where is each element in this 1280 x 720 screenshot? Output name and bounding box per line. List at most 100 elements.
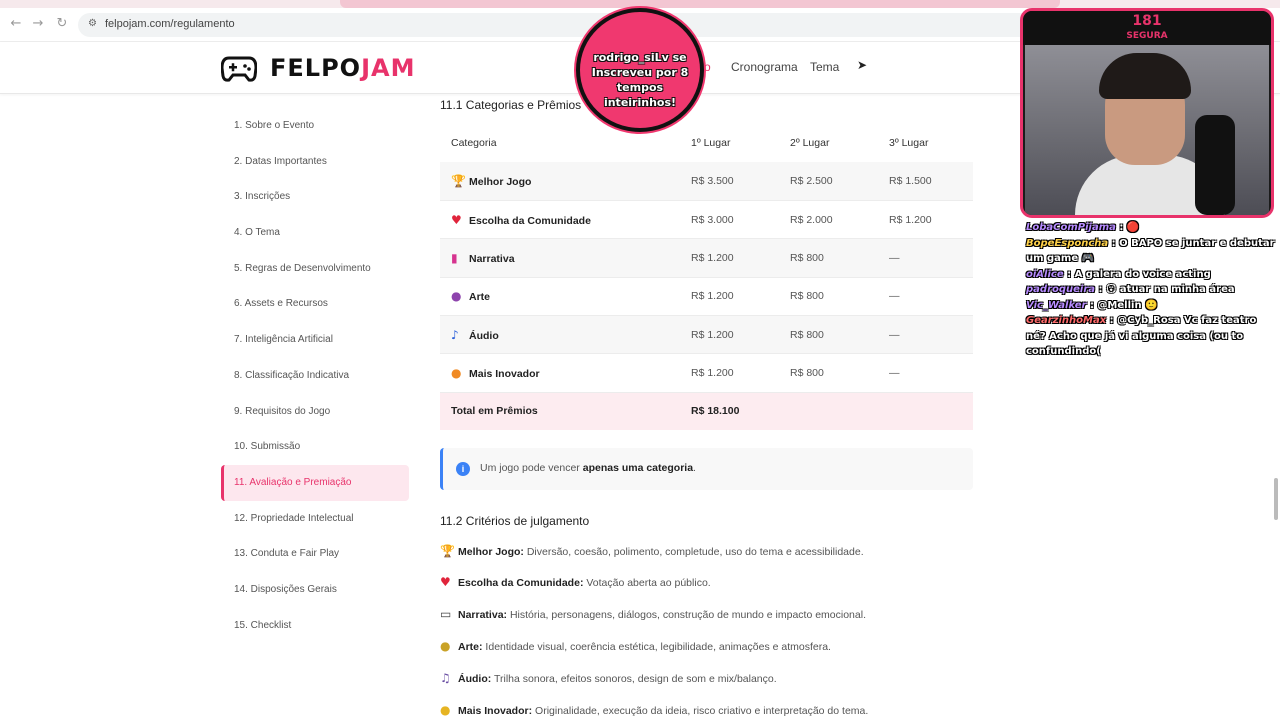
prize-third: —	[878, 238, 973, 278]
sidebar-item-sobre[interactable]: 1. Sobre o Evento	[221, 108, 409, 144]
criterion-text: Diversão, coesão, polimento, completude,…	[523, 546, 864, 558]
palette-icon: ●	[440, 639, 451, 653]
sidebar-item-regras[interactable]: 5. Regras de Desenvolvimento	[221, 251, 409, 287]
chat-user: oiAlice	[1026, 268, 1064, 280]
chat-message: Vic_Walker : @Mellin 🙂	[1026, 298, 1276, 314]
heart-icon: ♥	[440, 575, 451, 589]
total-row: Total em Prêmios R$ 18.100	[440, 392, 973, 431]
sidebar-item-propriedade[interactable]: 12. Propriedade Intelectual	[221, 501, 409, 537]
criterion-item: ● Arte: Identidade visual, coerência esté…	[440, 639, 831, 653]
total-value: R$ 18.100	[680, 392, 779, 431]
webcam-overlay: 181 SEGURA	[1020, 8, 1274, 218]
table-row: ▮ Narrativa R$ 1.200 R$ 800 —	[440, 238, 973, 278]
sidebar-item-conduta[interactable]: 13. Conduta e Fair Play	[221, 536, 409, 572]
criterion-text: Trilha sonora, efeitos sonoros, design d…	[491, 673, 777, 685]
trophy-icon: 🏆	[440, 544, 455, 558]
sidebar-item-submissao[interactable]: 10. Submissão	[221, 429, 409, 465]
chat-message: BopeEsponcha : O BAPO se juntar e debuta…	[1026, 236, 1276, 267]
sidebar-item-assets[interactable]: 6. Assets e Recursos	[221, 286, 409, 322]
prize-second: R$ 800	[779, 315, 878, 355]
sidebar-item-checklist[interactable]: 15. Checklist	[221, 608, 409, 644]
criterion-label: Escolha da Comunidade:	[458, 577, 584, 589]
prize-third: —	[878, 277, 973, 316]
nav-link-tema[interactable]: Tema	[810, 60, 839, 74]
criterion-item: 🏆 Melhor Jogo: Diversão, coesão, poliment…	[440, 544, 864, 558]
category-label: Mais Inovador	[469, 367, 540, 380]
reload-icon[interactable]: ↻	[54, 16, 70, 32]
sidebar-item-classificacao[interactable]: 8. Classificação Indicativa	[221, 358, 409, 394]
column-header-second: 2º Lugar	[790, 137, 830, 150]
criterion-text: Originalidade, execução da ideia, risco …	[532, 705, 869, 717]
arrow-left-icon[interactable]: ←	[8, 16, 24, 32]
address-bar[interactable]: ⚙ felpojam.com/regulamento	[78, 13, 1038, 37]
criterion-label: Mais Inovador:	[458, 705, 533, 717]
column-header-first: 1º Lugar	[691, 137, 731, 150]
counter-value: 181	[1132, 13, 1162, 29]
prize-first: R$ 1.200	[680, 238, 779, 278]
chat-text: : 🔴	[1115, 222, 1140, 233]
info-icon: i	[456, 462, 470, 476]
chat-overlay: LobaComPijama : 🔴 BopeEsponcha : O BAPO …	[1026, 220, 1276, 360]
nav-link-cronograma[interactable]: Cronograma	[731, 60, 798, 74]
table-row: ● Mais Inovador R$ 1.200 R$ 800 —	[440, 353, 973, 393]
criterion-item: ▭ Narrativa: História, personagens, diálo…	[440, 607, 866, 621]
sidebar-item-avaliacao[interactable]: 11. Avaliação e Premiação	[221, 464, 409, 501]
info-text-bold: apenas uma categoria	[582, 462, 694, 474]
criterion-text: Identidade visual, coerência estética, l…	[482, 641, 831, 653]
sidebar-item-ia[interactable]: 7. Inteligência Artificial	[221, 322, 409, 358]
category-cell: ● Mais Inovador	[440, 353, 680, 393]
prize-second: R$ 800	[779, 238, 878, 278]
sidebar-item-tema[interactable]: 4. O Tema	[221, 215, 409, 251]
chat-user: BopeEsponcha	[1026, 237, 1109, 249]
webcam-video	[1025, 45, 1269, 215]
prize-third: —	[878, 315, 973, 355]
prize-first: R$ 3.000	[680, 200, 779, 240]
chat-text: : A galera do voice acting	[1063, 268, 1211, 280]
chat-user: padroqueira	[1026, 284, 1096, 295]
chat-text: : 😮 atuar na minha área	[1095, 284, 1235, 295]
arrow-right-icon[interactable]: →	[30, 16, 46, 32]
logo-felpo: FELPO	[270, 54, 362, 82]
category-cell: ● Arte	[440, 277, 680, 316]
criterion-item: ♥ Escolha da Comunidade: Votação aberta a…	[440, 575, 711, 589]
page-scrollbar[interactable]	[1274, 478, 1278, 520]
counter-label: SEGURA	[1126, 31, 1168, 41]
info-text-before: Um jogo pode vencer	[480, 462, 583, 474]
nav-link-partial[interactable]: o	[704, 60, 711, 74]
site-info-icon[interactable]: ⚙	[88, 18, 100, 30]
section-title-categorias: 11.1 Categorias e Prêmios	[440, 98, 582, 112]
url-text[interactable]: felpojam.com/regulamento	[105, 18, 235, 30]
criterion-text: História, personagens, diálogos, constru…	[507, 609, 866, 621]
music-note-icon: ♪	[451, 327, 459, 342]
sidebar-item-disposicoes[interactable]: 14. Disposições Gerais	[221, 572, 409, 608]
sidebar-item-inscricoes[interactable]: 3. Inscrições	[221, 179, 409, 215]
criterion-item: ● Mais Inovador: Originalidade, execução …	[440, 703, 868, 717]
table-row: 🏆 Melhor Jogo R$ 3.500 R$ 2.500 R$ 1.500	[440, 162, 973, 202]
category-label: Arte	[469, 291, 491, 304]
chat-user: LobaComPijama	[1026, 222, 1116, 233]
sidebar-item-requisitos[interactable]: 9. Requisitos do Jogo	[221, 394, 409, 430]
chat-message: LobaComPijama : 🔴	[1026, 220, 1276, 236]
criterion-label: Arte:	[458, 641, 483, 653]
book-icon: ▭	[440, 607, 452, 621]
prize-second: R$ 2.000	[779, 200, 878, 240]
gamepad-logo-icon[interactable]	[221, 54, 257, 82]
music-note-icon: ♫	[440, 671, 451, 685]
prize-second: R$ 800	[779, 277, 878, 316]
criterion-item: ♫ Áudio: Trilha sonora, efeitos sonoros, …	[440, 671, 777, 685]
prize-first: R$ 1.200	[680, 315, 779, 355]
logo-text[interactable]: FELPOJAM	[270, 54, 415, 82]
table-row: ♥ Escolha da Comunidade R$ 3.000 R$ 2.000…	[440, 200, 973, 240]
streamer-hair	[1099, 53, 1191, 99]
category-label: Escolha da Comunidade	[469, 214, 591, 227]
chat-user: Vic_Walker	[1026, 299, 1087, 311]
active-tab[interactable]	[340, 0, 1060, 8]
prize-third: —	[878, 353, 973, 393]
tab-strip	[0, 0, 1280, 8]
mouse-cursor-icon: ➤	[857, 58, 868, 72]
table-header-row: Categoria 1º Lugar 2º Lugar 3º Lugar	[440, 124, 973, 162]
subscription-alert: rodrigo_siLv se Inscreveu por 8 tempos i…	[576, 8, 704, 132]
prize-third: R$ 1.200	[878, 200, 973, 240]
chat-message: oiAlice : A galera do voice acting	[1026, 267, 1276, 283]
sidebar-item-datas[interactable]: 2. Datas Importantes	[221, 144, 409, 180]
